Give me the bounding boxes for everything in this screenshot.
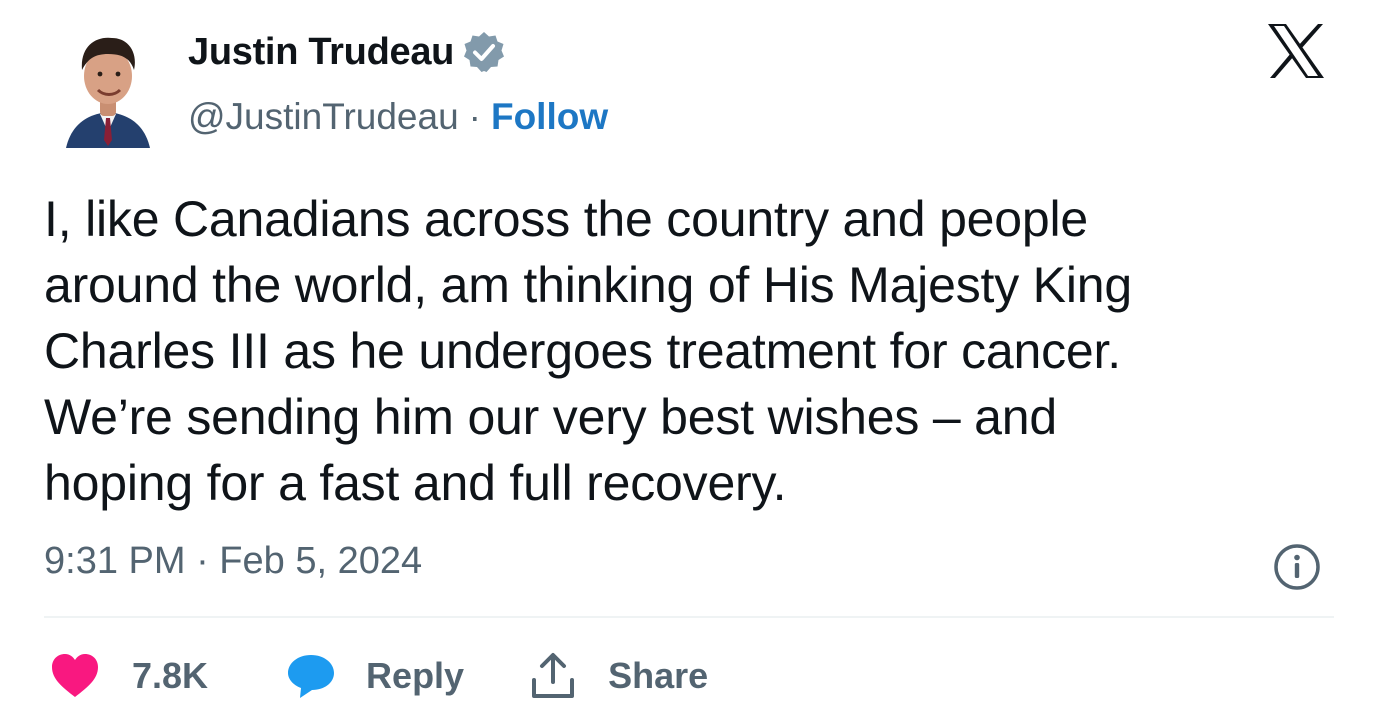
tweet-timestamp[interactable]: 9:31 PM · Feb 5, 2024 (44, 540, 422, 583)
author-avatar[interactable] (62, 24, 154, 148)
author-handle[interactable]: @JustinTrudeau (188, 96, 459, 138)
info-icon[interactable] (1272, 542, 1322, 592)
separator-dot: · (468, 96, 481, 137)
tweet-text: I, like Canadians across the country and… (44, 191, 1132, 511)
reply-button[interactable]: Reply (286, 653, 464, 699)
tweet-embed-card: Justin Trudeau @JustinTrudeau · Follow I… (0, 0, 1400, 727)
author-name-row: Justin Trudeau (188, 30, 506, 74)
share-icon (530, 652, 576, 700)
like-button[interactable]: 7.8K (50, 653, 208, 699)
avatar-photo-icon (66, 37, 150, 148)
heart-icon (50, 653, 100, 699)
divider (44, 616, 1334, 618)
share-button[interactable]: Share (530, 652, 708, 700)
tweet-actions: 7.8K Reply Share (50, 648, 708, 704)
reply-bubble-icon (286, 653, 336, 699)
share-label: Share (608, 655, 709, 696)
author-handle-row: @JustinTrudeau · Follow (188, 96, 608, 138)
like-count: 7.8K (132, 655, 209, 696)
reply-label: Reply (366, 655, 465, 696)
follow-button[interactable]: Follow (491, 96, 608, 138)
x-logo-icon[interactable] (1266, 22, 1326, 80)
verified-badge-icon (462, 30, 506, 74)
author-display-name[interactable]: Justin Trudeau (188, 31, 454, 74)
